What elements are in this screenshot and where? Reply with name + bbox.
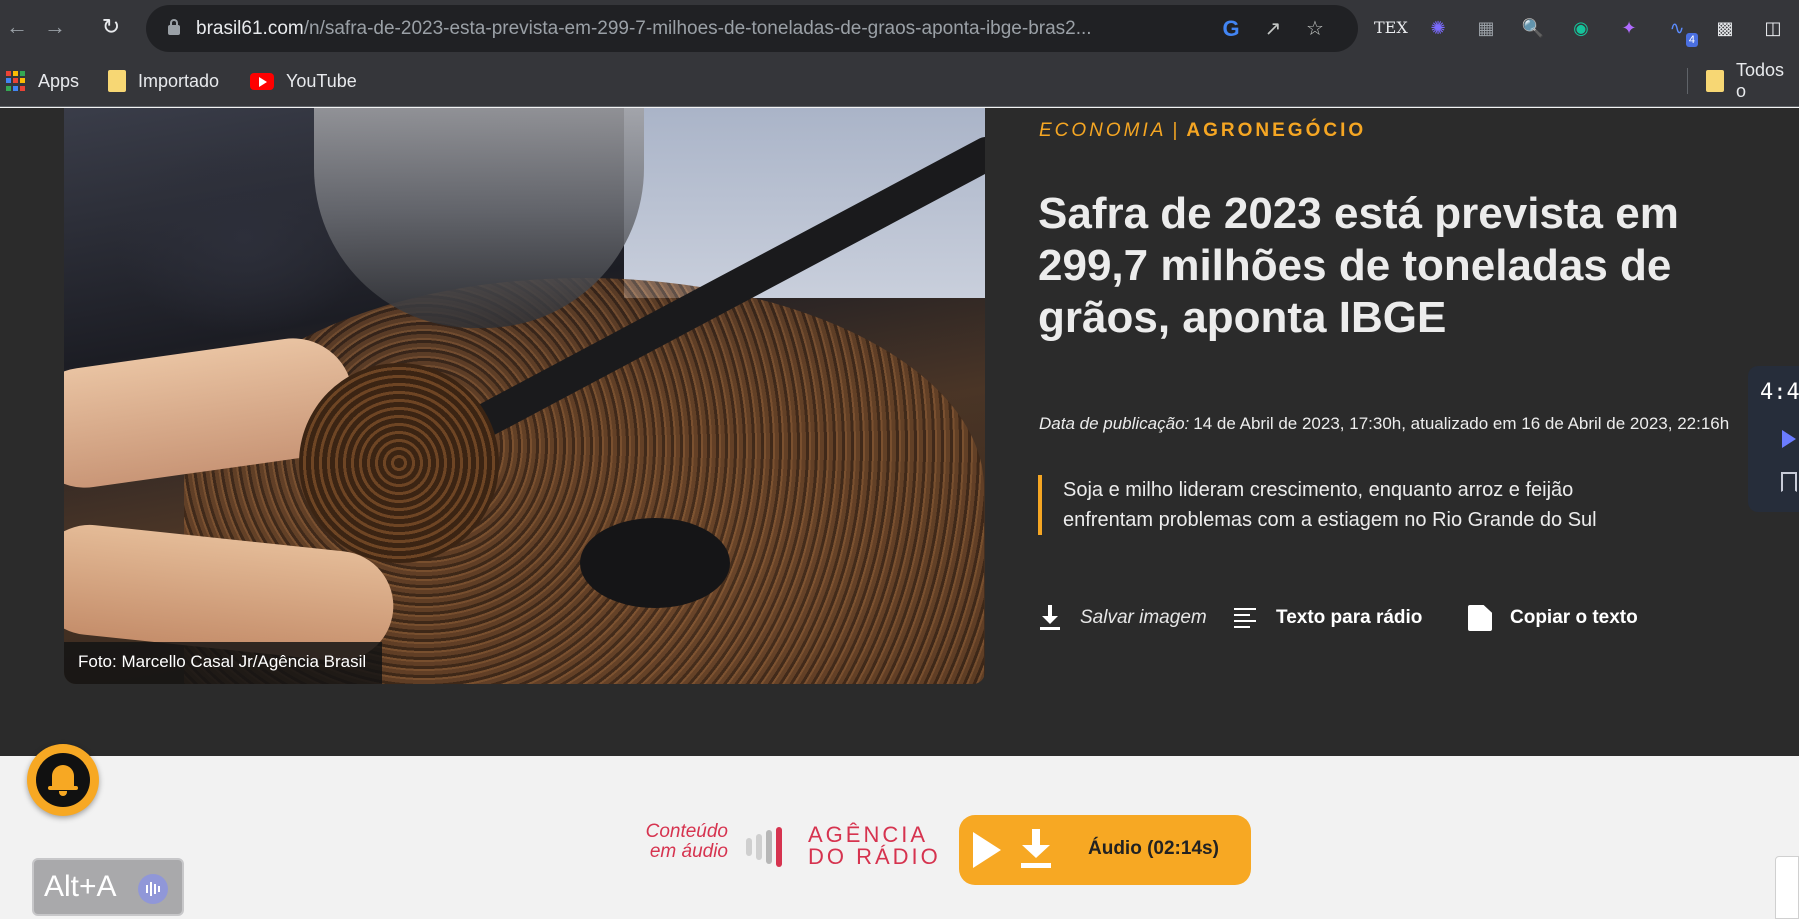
- bookmark-label: Apps: [38, 70, 80, 91]
- folder-icon: [108, 70, 126, 92]
- audio-content-label: Conteúdo em áudio: [636, 822, 728, 862]
- side-widget-time: 4:4: [1760, 380, 1799, 405]
- reload-icon[interactable]: ↻: [98, 14, 124, 40]
- search-extension-icon[interactable]: 🔍: [1518, 13, 1548, 43]
- agencia-radio-logo[interactable]: AGÊNCIA DO RÁDIO: [808, 824, 941, 868]
- url-host: brasil61.com: [196, 18, 304, 39]
- bookmarks-divider: [1687, 68, 1688, 94]
- audio-duration-label: Áudio (02:14s): [1088, 838, 1219, 859]
- bookmark-youtube[interactable]: YouTube: [250, 69, 357, 93]
- url-text[interactable]: brasil61.com/n/safra-de-2023-esta-previs…: [196, 18, 1206, 40]
- photo-bean-heap: [299, 363, 499, 563]
- play-icon[interactable]: [1782, 430, 1796, 448]
- share-icon[interactable]: ↗: [1260, 16, 1286, 42]
- category-link[interactable]: ECONOMIA: [1039, 120, 1166, 141]
- bookmark-apps[interactable]: Apps: [6, 69, 79, 93]
- sparkle-extension-icon[interactable]: ✺: [1423, 13, 1453, 43]
- bell-icon: [36, 753, 90, 807]
- copy-text-label: Copiar o texto: [1510, 607, 1638, 628]
- save-image-button[interactable]: Salvar imagem: [1038, 598, 1207, 638]
- article-summary: Soja e milho lideram crescimento, enquan…: [1038, 475, 1658, 535]
- bookmark-label: Todos o: [1735, 60, 1785, 101]
- extension-badge: 4: [1685, 33, 1698, 47]
- date-label: Data de publicação:: [1039, 414, 1190, 433]
- radio-text-label: Texto para rádio: [1276, 607, 1423, 628]
- browser-toolbar: ← → ↻ brasil61.com/n/safra-de-2023-esta-…: [0, 0, 1799, 55]
- article-headline: Safra de 2023 está prevista em 299,7 mil…: [1038, 189, 1679, 342]
- article-hero: Foto: Marcello Casal Jr/Agência Brasil E…: [0, 108, 1799, 756]
- article-photo: Foto: Marcello Casal Jr/Agência Brasil: [64, 108, 985, 684]
- extensions-puzzle-icon[interactable]: ▩: [1710, 13, 1740, 43]
- lock-icon[interactable]: [168, 19, 180, 35]
- youtube-icon: [250, 72, 274, 90]
- forward-icon[interactable]: →: [42, 14, 68, 40]
- bookmark-all[interactable]: Todos o: [1706, 60, 1799, 101]
- address-bar[interactable]: brasil61.com/n/safra-de-2023-esta-previs…: [146, 5, 1358, 52]
- side-panel-icon[interactable]: ◫: [1758, 13, 1788, 43]
- bookmark-star-icon[interactable]: ☆: [1302, 16, 1328, 42]
- bookmark-label: YouTube: [286, 70, 357, 91]
- play-icon[interactable]: [973, 832, 1001, 868]
- text-lines-icon: [1234, 605, 1258, 631]
- article-kicker: ECONOMIA | AGRONEGÓCIO: [1039, 120, 1366, 142]
- bookmark-label: Importado: [138, 70, 220, 91]
- audio-section: Conteúdo em áudio AGÊNCIA DO RÁDIO Áudio…: [0, 756, 1799, 919]
- photo-caption: Foto: Marcello Casal Jr/Agência Brasil: [64, 642, 383, 684]
- accessibility-shortcut-button[interactable]: Alt+A: [32, 858, 184, 916]
- photo-paddle: [580, 518, 730, 608]
- url-path: /n/safra-de-2023-esta-prevista-em-299-7-…: [303, 18, 1092, 39]
- bookmarks-bar: Apps Importado YouTube Todos o: [0, 55, 1799, 107]
- shortcut-label: Alt+A: [44, 870, 117, 903]
- audio-wave-icon: [138, 874, 168, 904]
- capture-extension-icon[interactable]: ▦: [1471, 13, 1501, 43]
- notification-bell-button[interactable]: [27, 744, 99, 816]
- date-value: 14 de Abril de 2023, 17:30h, atualizado …: [1193, 414, 1730, 433]
- folder-icon: [1706, 70, 1724, 92]
- radio-text-button[interactable]: Texto para rádio: [1234, 598, 1422, 638]
- google-lens-icon[interactable]: G: [1218, 16, 1244, 42]
- save-image-label: Salvar imagem: [1080, 607, 1207, 628]
- audio-player-button[interactable]: Áudio (02:14s): [959, 815, 1251, 885]
- tex-extension-icon[interactable]: TEX: [1374, 13, 1408, 43]
- publication-date: Data de publicação: 14 de Abril de 2023, …: [1039, 414, 1729, 434]
- copy-text-button[interactable]: Copiar o texto: [1468, 598, 1638, 638]
- bookmark-icon[interactable]: [1781, 472, 1797, 492]
- download-icon: [1038, 605, 1062, 631]
- audio-content-line: Conteúdo: [645, 821, 728, 842]
- brand-line: AGÊNCIA: [808, 822, 929, 847]
- magic-extension-icon[interactable]: ✦: [1614, 13, 1644, 43]
- audio-content-line: em áudio: [649, 841, 728, 862]
- agencia-radio-logo-icon: [746, 826, 794, 868]
- wave-extension-icon[interactable]: ∿ 4: [1662, 13, 1698, 47]
- apps-grid-icon: [6, 71, 26, 91]
- grammarly-icon[interactable]: ◉: [1566, 13, 1596, 43]
- back-icon[interactable]: ←: [4, 14, 30, 40]
- download-icon[interactable]: [1019, 829, 1053, 869]
- floating-widget-edge[interactable]: [1775, 856, 1799, 919]
- subcategory-link[interactable]: AGRONEGÓCIO: [1186, 120, 1366, 141]
- kicker-separator: |: [1172, 120, 1181, 141]
- audio-side-widget[interactable]: 4:4: [1748, 366, 1799, 512]
- document-icon: [1468, 605, 1492, 631]
- bookmark-importado[interactable]: Importado: [108, 69, 219, 93]
- brand-line: DO RÁDIO: [808, 844, 941, 869]
